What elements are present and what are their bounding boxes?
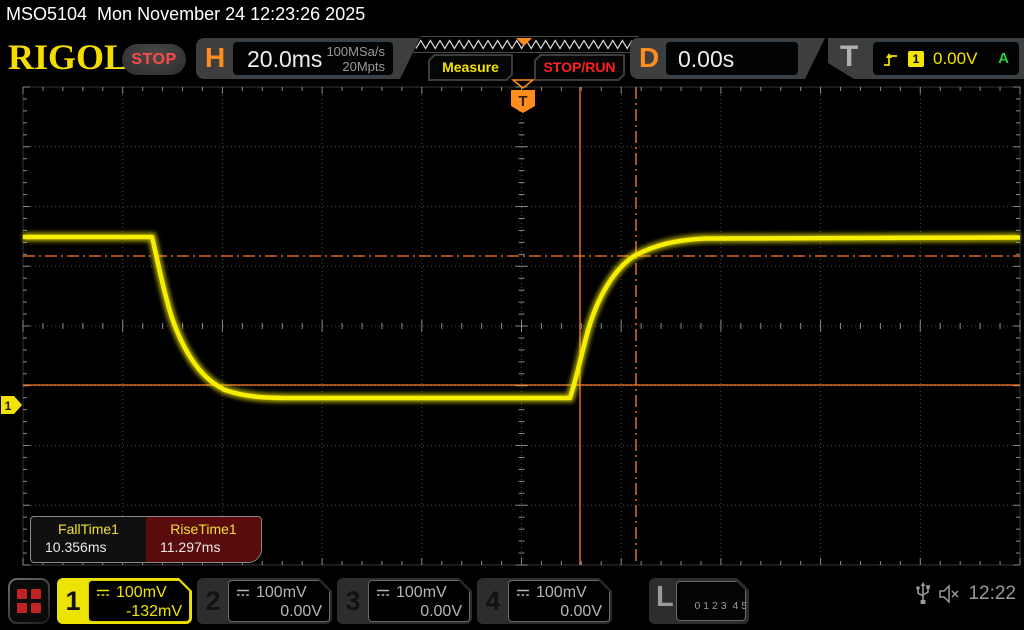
graticule: T1 <box>0 78 1024 572</box>
channel-2-scale: 100mV <box>256 583 307 602</box>
delay-label: D <box>639 42 659 74</box>
logic-channels-box[interactable]: L 0 1 2 3 4 5 6 7 8 9 1011 12131415 <box>649 578 749 624</box>
channel-4-offset: 0.00V <box>516 602 602 621</box>
channel-3-box[interactable]: 3 100mV 0.00V <box>337 578 472 624</box>
title-bar: MSO5104 Mon November 24 12:23:26 2025 <box>0 0 1024 30</box>
menu-grid-icon <box>10 580 48 622</box>
channel-3-offset: 0.00V <box>376 602 462 621</box>
status-icons: 12:22 <box>916 582 1016 605</box>
dc-coupling-icon <box>516 588 531 598</box>
horizontal-timebase-control[interactable]: H 20.0ms 100MSa/s 20Mpts <box>196 38 420 79</box>
channel-4-box[interactable]: 4 100mV 0.00V <box>477 578 612 624</box>
channel-2-box[interactable]: 2 100mV 0.00V <box>197 578 332 624</box>
delay-box: 0.00s <box>665 41 799 76</box>
measurement-falltime[interactable]: FallTime1 10.356ms <box>31 517 146 562</box>
header-bar: RIGOL STOP H 20.0ms 100MSa/s 20Mpts Meas… <box>0 30 1024 84</box>
waveform-position-indicator[interactable] <box>413 36 639 53</box>
trigger-box: 1 0.00V A <box>872 41 1020 76</box>
horizontal-label: H <box>205 42 225 74</box>
dc-coupling-icon <box>96 588 111 598</box>
trigger-mode: A <box>998 50 1009 67</box>
usb-icon <box>916 582 930 605</box>
channel-3-scale: 100mV <box>396 583 447 602</box>
dc-coupling-icon <box>236 588 251 598</box>
dc-coupling-icon <box>376 588 391 598</box>
clock: 12:22 <box>968 583 1016 605</box>
trigger-source-badge: 1 <box>908 51 924 67</box>
timebase-box: 20.0ms 100MSa/s 20Mpts <box>232 41 394 76</box>
measurement-panel: FallTime1 10.356ms RiseTime1 11.297ms <box>30 516 262 563</box>
speaker-muted-icon <box>938 584 960 604</box>
delay-value: 0.00s <box>678 46 734 73</box>
run-state-indicator[interactable]: STOP <box>122 44 186 75</box>
measure-button[interactable]: Measure <box>428 54 513 81</box>
menu-button[interactable] <box>8 578 50 624</box>
measurement-risetime[interactable]: RiseTime1 11.297ms <box>146 517 261 562</box>
timebase-value: 20.0ms <box>247 46 322 73</box>
rigol-logo: RIGOL <box>8 36 128 78</box>
zigzag-icon <box>414 37 638 52</box>
rising-edge-icon <box>883 51 899 67</box>
channel-1-box[interactable]: 1 100mV -132mV <box>57 578 192 624</box>
channel-2-offset: 0.00V <box>236 602 322 621</box>
svg-text:T: T <box>518 93 527 110</box>
channel-4-scale: 100mV <box>536 583 587 602</box>
stop-run-button[interactable]: STOP/RUN <box>534 54 625 81</box>
trigger-level-value: 0.00V <box>933 49 977 69</box>
channel-1-scale: 100mV <box>116 583 167 602</box>
channel-1-offset: -132mV <box>96 602 182 621</box>
memory-depth: 20Mpts <box>342 59 385 74</box>
channel-status-bar: 1 100mV -132mV 2 100mV 0.00V <box>0 570 1024 630</box>
delay-control[interactable]: D 0.00s <box>630 38 825 79</box>
device-title: MSO5104 Mon November 24 12:23:26 2025 <box>6 4 365 25</box>
trigger-control[interactable]: T 1 0.00V A <box>828 38 1024 79</box>
svg-text:1: 1 <box>5 399 12 413</box>
sample-rate: 100MSa/s <box>326 44 385 59</box>
trigger-label: T <box>840 40 858 74</box>
logic-row-2: 8 9 1011 12131415 <box>695 626 785 630</box>
logic-row-1: 0 1 2 3 4 5 6 7 <box>695 600 765 612</box>
